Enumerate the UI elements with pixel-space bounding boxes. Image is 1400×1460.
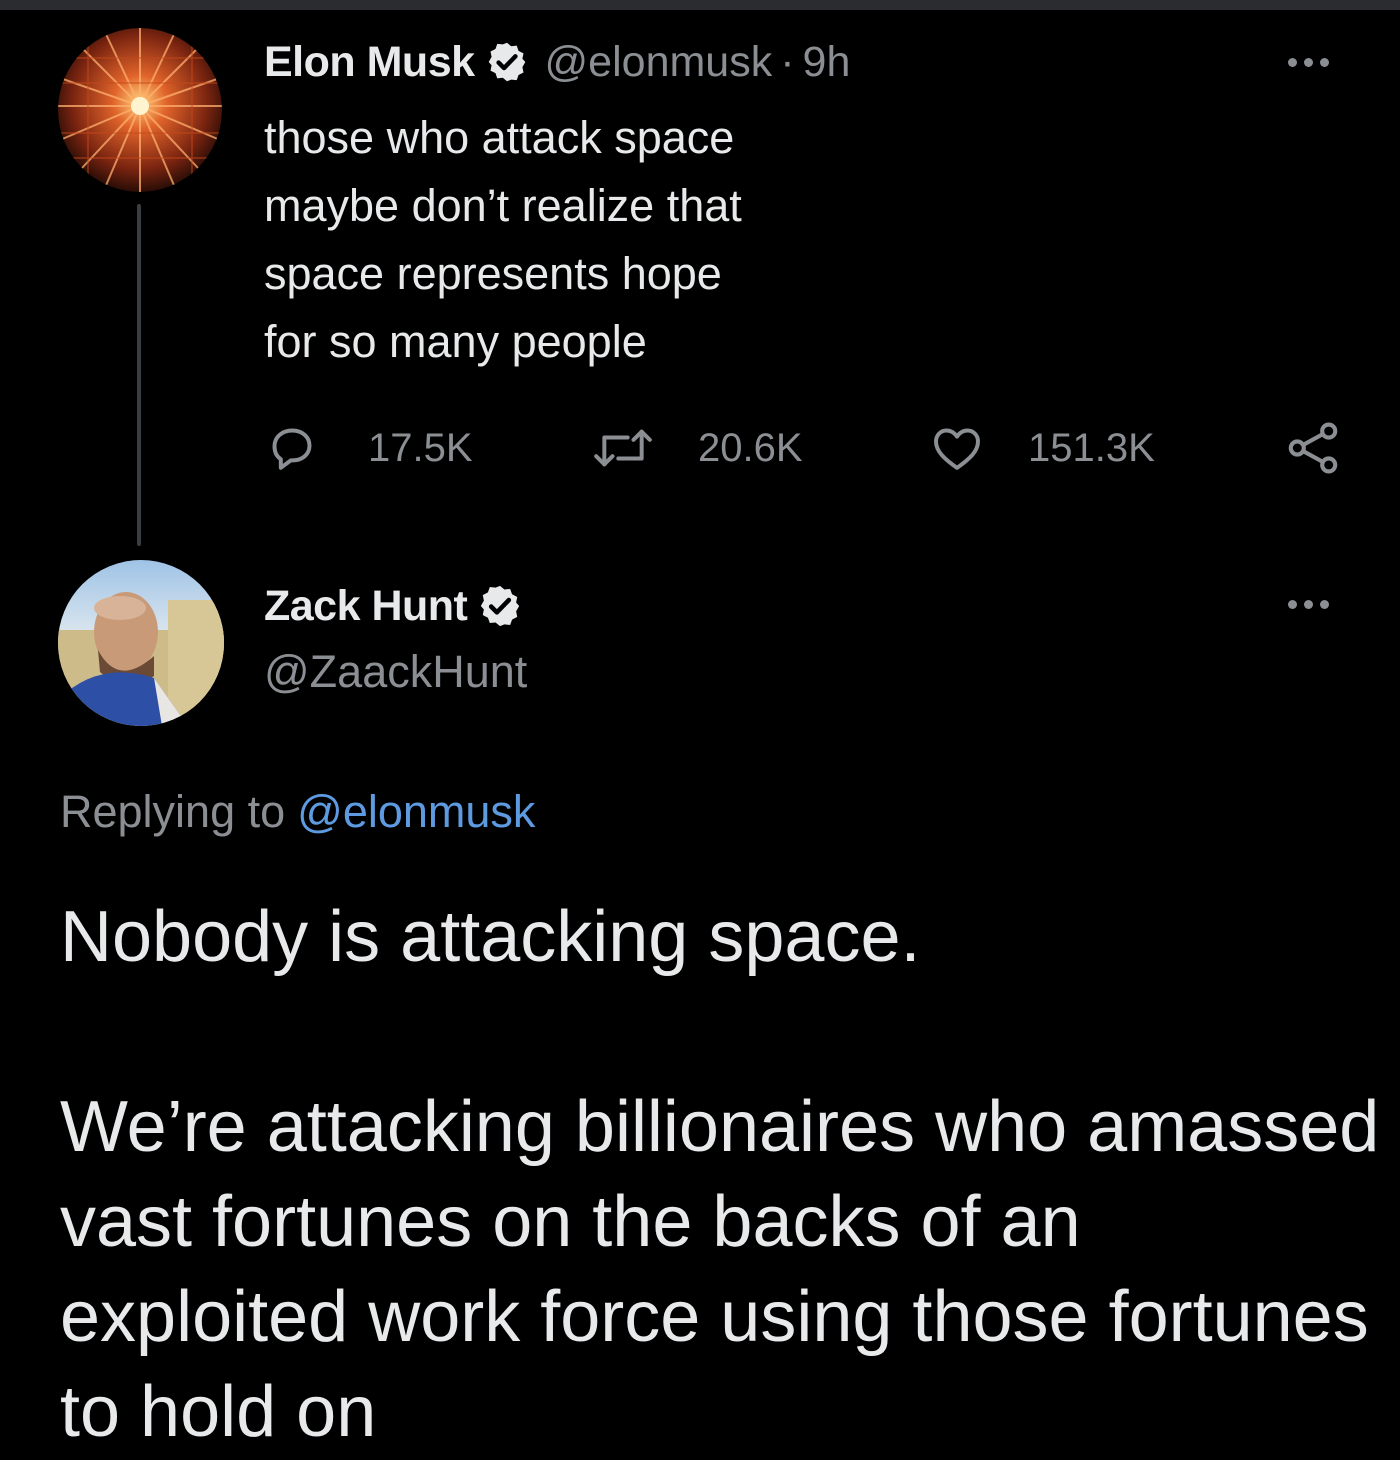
avatar-elon[interactable] [58, 28, 222, 192]
parent-action-bar: 17.5K 20.6K 151.3K [264, 418, 1354, 478]
like-button[interactable]: 151.3K [928, 418, 1155, 478]
share-button[interactable] [1284, 418, 1342, 478]
replying-to-mention[interactable]: @elonmusk [297, 786, 535, 837]
parent-tweet-header: Elon Musk @elonmusk · 9h [264, 34, 850, 90]
reply-button[interactable]: 17.5K [264, 418, 473, 478]
reply-paragraph-1: Nobody is attacking space. [60, 897, 921, 977]
verified-badge-icon [485, 40, 529, 84]
parent-tweet-text: those who attack space maybe don’t reali… [264, 112, 742, 367]
verified-badge-icon [477, 583, 523, 629]
parent-timestamp[interactable]: 9h [803, 38, 851, 87]
like-icon [928, 420, 986, 476]
reply-author-handle[interactable]: @ZaackHunt [264, 646, 527, 698]
header-separator: · [780, 37, 795, 86]
retweet-icon [590, 420, 656, 476]
reply-author-header: Zack Hunt [264, 578, 523, 634]
like-count: 151.3K [1028, 425, 1155, 470]
reply-author-name[interactable]: Zack Hunt [264, 582, 468, 631]
parent-author-handle[interactable]: @elonmusk [545, 38, 773, 87]
top-status-strip [0, 0, 1400, 10]
thread-connector-line [137, 204, 141, 546]
reply-paragraph-2: We’re attacking billionaires who amassed… [60, 1087, 1380, 1452]
replying-to-line: Replying to @elonmusk [60, 786, 535, 838]
profile-photo-image [58, 560, 224, 726]
sunburst-avatar-image [58, 28, 222, 192]
replying-to-label: Replying to [60, 786, 286, 837]
avatar-zack[interactable] [58, 560, 224, 726]
parent-author-name[interactable]: Elon Musk [264, 38, 475, 87]
reply-tweet-text: Nobody is attacking space. We’re attacki… [60, 890, 1380, 1460]
reply-icon [264, 420, 320, 476]
retweet-count: 20.6K [698, 425, 803, 470]
reply-count: 17.5K [368, 425, 473, 470]
reply-more-icon[interactable] [1288, 600, 1329, 609]
retweet-button[interactable]: 20.6K [590, 418, 803, 478]
parent-more-icon[interactable] [1288, 58, 1329, 67]
share-icon [1284, 419, 1342, 477]
